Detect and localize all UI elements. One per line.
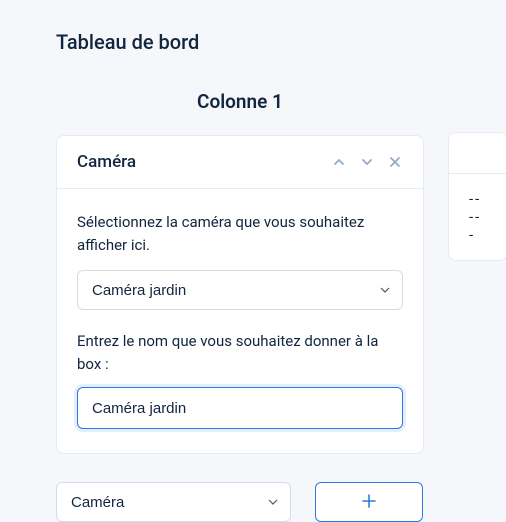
column-2: -----: [448, 132, 506, 522]
plus-icon: [362, 494, 376, 511]
add-button[interactable]: [315, 482, 423, 522]
column-2-card: -----: [448, 132, 506, 261]
box-name-label: Entrez le nom que vous souhaitez donner …: [77, 330, 403, 375]
card-body: Sélectionnez la caméra que vous souhaite…: [57, 189, 423, 453]
close-icon[interactable]: [387, 154, 403, 170]
column-2-placeholder: -----: [449, 173, 506, 260]
chevron-up-icon[interactable]: [331, 154, 347, 170]
card-header: Caméra: [57, 136, 423, 189]
camera-select[interactable]: Caméra jardin: [77, 270, 403, 310]
add-row: Caméra: [56, 482, 424, 522]
box-name-input[interactable]: [77, 387, 403, 429]
camera-card: Caméra Sélectionnez la cam: [56, 135, 424, 454]
page-title: Tableau de bord: [56, 30, 506, 54]
card-title: Caméra: [77, 152, 331, 172]
column-title: Colonne 1: [56, 90, 424, 113]
column-1: Colonne 1 Caméra: [56, 90, 424, 522]
camera-help-text: Sélectionnez la caméra que vous souhaite…: [77, 211, 403, 256]
widget-type-select[interactable]: Caméra: [56, 482, 291, 522]
chevron-down-icon[interactable]: [359, 154, 375, 170]
card-actions: [331, 154, 403, 170]
